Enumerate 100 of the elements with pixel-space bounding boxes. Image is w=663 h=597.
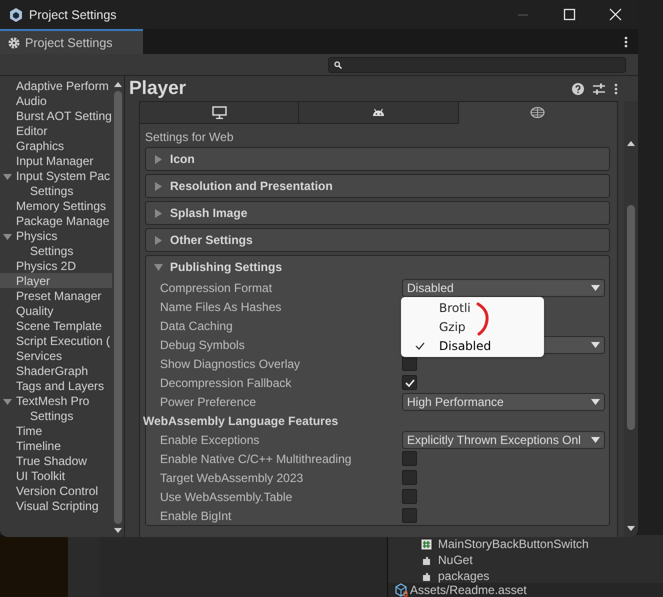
- sidebar-item[interactable]: Player: [0, 273, 112, 288]
- sidebar-item[interactable]: Audio: [0, 93, 112, 108]
- collapsed-arrow-icon[interactable]: [154, 236, 163, 244]
- sidebar-item[interactable]: UI Toolkit: [0, 468, 112, 483]
- monitor-icon: [212, 106, 227, 119]
- expanded-arrow-icon[interactable]: [3, 232, 12, 241]
- field-label: Enable Exceptions: [160, 432, 260, 446]
- sliders-icon[interactable]: [593, 82, 605, 94]
- checkmark-icon: [404, 378, 414, 386]
- sidebar-item[interactable]: Input System Pac: [0, 168, 112, 183]
- caret-icon: [591, 284, 600, 290]
- inspector-title: Player: [129, 78, 186, 100]
- caret-icon: [591, 398, 600, 404]
- more-icon[interactable]: [614, 82, 618, 94]
- sidebar-item[interactable]: Adaptive Perform: [0, 78, 112, 93]
- section-header[interactable]: Publishing Settings: [146, 256, 609, 278]
- field-label: Decompression Fallback: [160, 376, 292, 390]
- section-header[interactable]: Icon: [146, 148, 609, 170]
- field-label: Debug Symbols: [160, 338, 246, 352]
- field-label: Compression Format: [160, 280, 274, 294]
- sidebar-item[interactable]: Visual Scripting: [0, 498, 112, 513]
- sidebar-item[interactable]: Time: [0, 423, 112, 438]
- expanded-arrow-icon[interactable]: [3, 397, 12, 406]
- checkbox[interactable]: [402, 375, 417, 390]
- globe-icon: [530, 106, 546, 119]
- sidebar-item[interactable]: Timeline: [0, 438, 112, 453]
- platform-tab[interactable]: [140, 102, 300, 124]
- scrollbar-thumb[interactable]: [627, 205, 635, 430]
- help-icon[interactable]: [572, 82, 584, 94]
- asset-name[interactable]: MainStoryBackButtonSwitch: [438, 537, 589, 551]
- expanded-arrow-icon[interactable]: [154, 262, 163, 272]
- scroll-down-icon[interactable]: [627, 526, 635, 531]
- checkbox[interactable]: [402, 508, 417, 523]
- caret-icon: [591, 342, 600, 348]
- cube-logo-icon: [8, 6, 24, 22]
- sidebar-item[interactable]: Services: [0, 348, 112, 363]
- menu-item[interactable]: Disabled: [401, 336, 544, 356]
- checkbox[interactable]: [402, 356, 417, 371]
- field-label: Show Diagnostics Overlay: [160, 356, 302, 370]
- checkbox[interactable]: [402, 470, 417, 485]
- asset-name[interactable]: NuGet: [438, 553, 473, 567]
- puzzle-icon: [421, 570, 432, 582]
- menu-item[interactable]: Brotli: [401, 298, 544, 318]
- sidebar-item[interactable]: ShaderGraph: [0, 363, 112, 378]
- sidebar-item[interactable]: Script Execution (: [0, 333, 112, 348]
- collapsed-arrow-icon[interactable]: [154, 182, 163, 190]
- sidebar-item[interactable]: Graphics: [0, 138, 112, 153]
- field-label: Power Preference: [160, 394, 258, 408]
- more-icon[interactable]: [624, 36, 628, 48]
- asset-name[interactable]: packages: [438, 569, 490, 583]
- section-header[interactable]: Resolution and Presentation: [146, 175, 609, 197]
- sidebar-item[interactable]: Editor: [0, 123, 112, 138]
- scene-view-panel: [0, 535, 68, 597]
- sidebar-item[interactable]: Burst AOT Setting: [0, 108, 112, 123]
- sidebar-item[interactable]: Input Manager: [0, 153, 112, 168]
- field-label: Target WebAssembly 2023: [160, 470, 304, 484]
- sidebar-item[interactable]: Scene Template: [0, 318, 112, 333]
- sidebar-item[interactable]: Memory Settings: [0, 198, 112, 213]
- sidebar-item[interactable]: Version Control: [0, 483, 112, 498]
- group-heading: WebAssembly Language Features: [143, 412, 340, 430]
- section-header[interactable]: Other Settings: [146, 229, 609, 251]
- sidebar-item[interactable]: Physics 2D: [0, 258, 112, 273]
- scrollbar-thumb[interactable]: [114, 91, 122, 524]
- sidebar-item[interactable]: Settings: [0, 243, 112, 258]
- caret-icon: [591, 436, 600, 442]
- platform-tab[interactable]: [458, 102, 617, 124]
- field-label: Enable BigInt: [160, 508, 232, 522]
- script-icon: [421, 538, 432, 550]
- scroll-up-icon[interactable]: [114, 82, 122, 87]
- checkbox[interactable]: [402, 489, 417, 504]
- expanded-arrow-icon[interactable]: [3, 172, 12, 181]
- sidebar-item[interactable]: TextMesh Pro: [0, 393, 112, 408]
- dropdown[interactable]: High Performance: [402, 392, 605, 410]
- field-label: Data Caching: [160, 318, 234, 332]
- gear-icon: [7, 36, 21, 50]
- sidebar-item[interactable]: Settings: [0, 408, 112, 423]
- search-icon: [334, 60, 342, 68]
- sidebar-item[interactable]: Quality: [0, 303, 112, 318]
- field-label: Enable Native C/C++ Multithreading: [160, 452, 352, 466]
- menu-item[interactable]: Gzip: [401, 318, 544, 336]
- section-header[interactable]: Splash Image: [146, 202, 609, 224]
- scroll-down-icon[interactable]: [114, 528, 122, 533]
- field-label: Name Files As Hashes: [160, 300, 282, 314]
- sidebar-item[interactable]: Settings: [0, 183, 112, 198]
- dropdown[interactable]: Disabled: [402, 278, 605, 296]
- search-field[interactable]: [328, 56, 626, 72]
- collapsed-arrow-icon[interactable]: [154, 208, 163, 218]
- collapsed-arrow-icon[interactable]: [154, 154, 163, 164]
- settings-label: Settings for Web: [145, 130, 234, 144]
- sidebar-item[interactable]: True Shadow: [0, 453, 112, 468]
- cube-icon: [394, 583, 408, 597]
- sidebar-item[interactable]: Tags and Layers: [0, 378, 112, 393]
- scrollbar[interactable]: [624, 101, 638, 537]
- sidebar-item[interactable]: Physics: [0, 228, 112, 243]
- dropdown[interactable]: Explicitly Thrown Exceptions Onl: [402, 430, 605, 448]
- sidebar-item[interactable]: Package Manage: [0, 213, 112, 228]
- window-tab[interactable]: Project Settings: [0, 29, 143, 54]
- scroll-up-icon[interactable]: [627, 141, 635, 146]
- checkbox[interactable]: [402, 451, 417, 466]
- sidebar-item[interactable]: Preset Manager: [0, 288, 112, 303]
